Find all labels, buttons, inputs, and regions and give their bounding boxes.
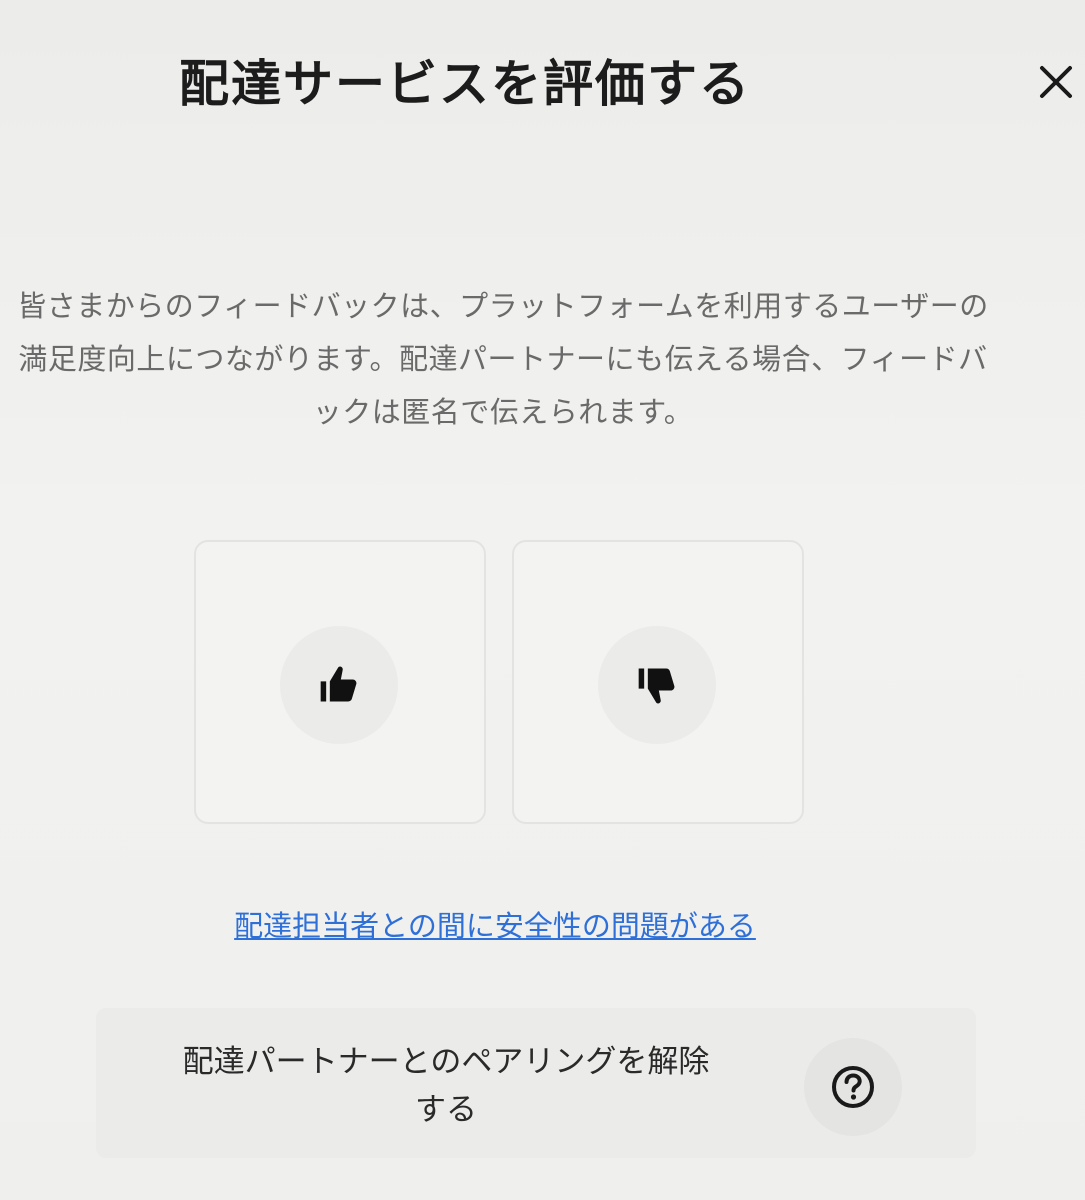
close-button[interactable] xyxy=(1036,62,1085,118)
modal-title: 配達サービスを評価する xyxy=(179,55,751,113)
feedback-description: 皆さまからのフィードバックは、プラットフォームを利用するユーザーの満足度向上につ… xyxy=(17,289,989,429)
unpair-partner-row[interactable]: 配達パートナーとのペアリングを解除する xyxy=(96,1008,976,1158)
thumbs-down-button[interactable] xyxy=(512,540,804,824)
thumbs-down-icon-circle xyxy=(598,626,716,744)
help-icon xyxy=(832,1066,874,1108)
unpair-partner-label: 配達パートナーとのペアリングを解除する xyxy=(182,1044,710,1128)
thumbs-up-icon-circle xyxy=(280,626,398,744)
thumbs-down-icon xyxy=(638,668,675,704)
help-button[interactable] xyxy=(804,1038,902,1136)
rate-delivery-modal: 配達サービスを評価する 皆さまからのフィードバックは、プラットフォームを利用する… xyxy=(0,0,1085,1200)
close-icon xyxy=(1040,66,1072,98)
thumbs-up-button[interactable] xyxy=(194,540,486,824)
safety-issue-link[interactable]: 配達担当者との間に安全性の問題がある xyxy=(200,903,790,945)
thumbs-up-icon xyxy=(320,666,357,702)
